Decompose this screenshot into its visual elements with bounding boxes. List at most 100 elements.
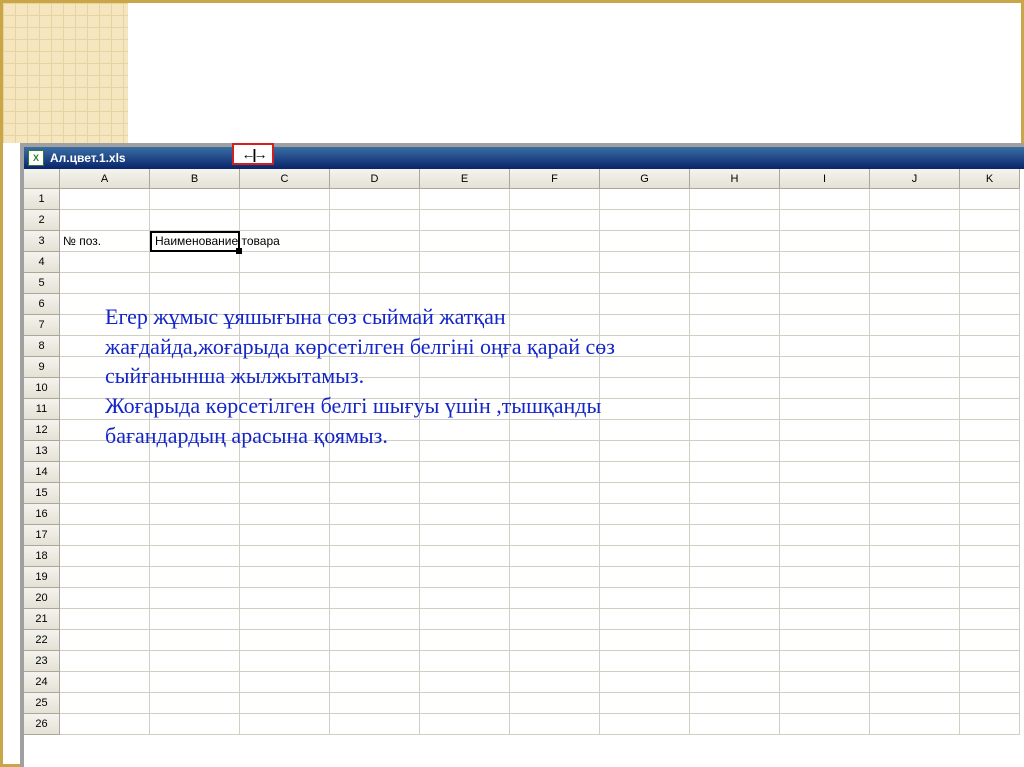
cell-I7[interactable] [780, 315, 870, 336]
cell-B18[interactable] [150, 546, 240, 567]
cell-B20[interactable] [150, 588, 240, 609]
cell-H24[interactable] [690, 672, 780, 693]
cell-C15[interactable] [240, 483, 330, 504]
cell-H3[interactable] [690, 231, 780, 252]
cell-B23[interactable] [150, 651, 240, 672]
cell-J12[interactable] [870, 420, 960, 441]
cell-F14[interactable] [510, 462, 600, 483]
cell-I26[interactable] [780, 714, 870, 735]
cell-F25[interactable] [510, 693, 600, 714]
cell-J7[interactable] [870, 315, 960, 336]
cell-J20[interactable] [870, 588, 960, 609]
cell-K13[interactable] [960, 441, 1020, 462]
cell-I4[interactable] [780, 252, 870, 273]
cell-K24[interactable] [960, 672, 1020, 693]
cell-A4[interactable] [60, 252, 150, 273]
column-header-D[interactable]: D [330, 169, 420, 189]
cell-F3[interactable] [510, 231, 600, 252]
column-header-A[interactable]: A [60, 169, 150, 189]
cell-F23[interactable] [510, 651, 600, 672]
cell-H21[interactable] [690, 609, 780, 630]
cell-K21[interactable] [960, 609, 1020, 630]
cell-D1[interactable] [330, 189, 420, 210]
cell-G26[interactable] [600, 714, 690, 735]
cell-C19[interactable] [240, 567, 330, 588]
cell-G3[interactable] [600, 231, 690, 252]
cell-I5[interactable] [780, 273, 870, 294]
cell-I6[interactable] [780, 294, 870, 315]
row-header-12[interactable]: 12 [24, 420, 60, 441]
cell-J13[interactable] [870, 441, 960, 462]
column-header-F[interactable]: F [510, 169, 600, 189]
row-header-21[interactable]: 21 [24, 609, 60, 630]
cell-J26[interactable] [870, 714, 960, 735]
row-header-4[interactable]: 4 [24, 252, 60, 273]
cell-E19[interactable] [420, 567, 510, 588]
cell-E17[interactable] [420, 525, 510, 546]
cell-B4[interactable] [150, 252, 240, 273]
cell-J11[interactable] [870, 399, 960, 420]
cell-C16[interactable] [240, 504, 330, 525]
row-header-1[interactable]: 1 [24, 189, 60, 210]
cell-I2[interactable] [780, 210, 870, 231]
cell-A23[interactable] [60, 651, 150, 672]
cell-I9[interactable] [780, 357, 870, 378]
cell-A26[interactable] [60, 714, 150, 735]
cell-J6[interactable] [870, 294, 960, 315]
cell-D2[interactable] [330, 210, 420, 231]
cell-F20[interactable] [510, 588, 600, 609]
cell-C18[interactable] [240, 546, 330, 567]
cell-H4[interactable] [690, 252, 780, 273]
cell-D19[interactable] [330, 567, 420, 588]
cell-A5[interactable] [60, 273, 150, 294]
cell-J19[interactable] [870, 567, 960, 588]
cell-B17[interactable] [150, 525, 240, 546]
cell-G15[interactable] [600, 483, 690, 504]
cell-I25[interactable] [780, 693, 870, 714]
cell-H18[interactable] [690, 546, 780, 567]
cell-D17[interactable] [330, 525, 420, 546]
cell-E20[interactable] [420, 588, 510, 609]
cell-J24[interactable] [870, 672, 960, 693]
cell-J1[interactable] [870, 189, 960, 210]
cell-J5[interactable] [870, 273, 960, 294]
cell-K8[interactable] [960, 336, 1020, 357]
cell-E25[interactable] [420, 693, 510, 714]
cell-B3[interactable]: Наименование товара [150, 231, 240, 252]
cell-B19[interactable] [150, 567, 240, 588]
cell-B24[interactable] [150, 672, 240, 693]
cell-F21[interactable] [510, 609, 600, 630]
cell-J3[interactable] [870, 231, 960, 252]
cell-D15[interactable] [330, 483, 420, 504]
cell-D25[interactable] [330, 693, 420, 714]
cell-G20[interactable] [600, 588, 690, 609]
cell-G18[interactable] [600, 546, 690, 567]
cell-K15[interactable] [960, 483, 1020, 504]
cell-K19[interactable] [960, 567, 1020, 588]
cell-G16[interactable] [600, 504, 690, 525]
cell-H16[interactable] [690, 504, 780, 525]
cell-I19[interactable] [780, 567, 870, 588]
cell-I21[interactable] [780, 609, 870, 630]
cell-E2[interactable] [420, 210, 510, 231]
cell-G4[interactable] [600, 252, 690, 273]
cell-A17[interactable] [60, 525, 150, 546]
cell-J18[interactable] [870, 546, 960, 567]
cell-H26[interactable] [690, 714, 780, 735]
cell-G25[interactable] [600, 693, 690, 714]
cell-C23[interactable] [240, 651, 330, 672]
column-header-B[interactable]: B [150, 169, 240, 189]
cell-H25[interactable] [690, 693, 780, 714]
cell-D4[interactable] [330, 252, 420, 273]
cell-C25[interactable] [240, 693, 330, 714]
cell-G24[interactable] [600, 672, 690, 693]
row-header-17[interactable]: 17 [24, 525, 60, 546]
row-header-5[interactable]: 5 [24, 273, 60, 294]
row-header-13[interactable]: 13 [24, 441, 60, 462]
cell-E24[interactable] [420, 672, 510, 693]
cell-A24[interactable] [60, 672, 150, 693]
cell-B5[interactable] [150, 273, 240, 294]
cell-I12[interactable] [780, 420, 870, 441]
cell-B21[interactable] [150, 609, 240, 630]
column-header-G[interactable]: G [600, 169, 690, 189]
